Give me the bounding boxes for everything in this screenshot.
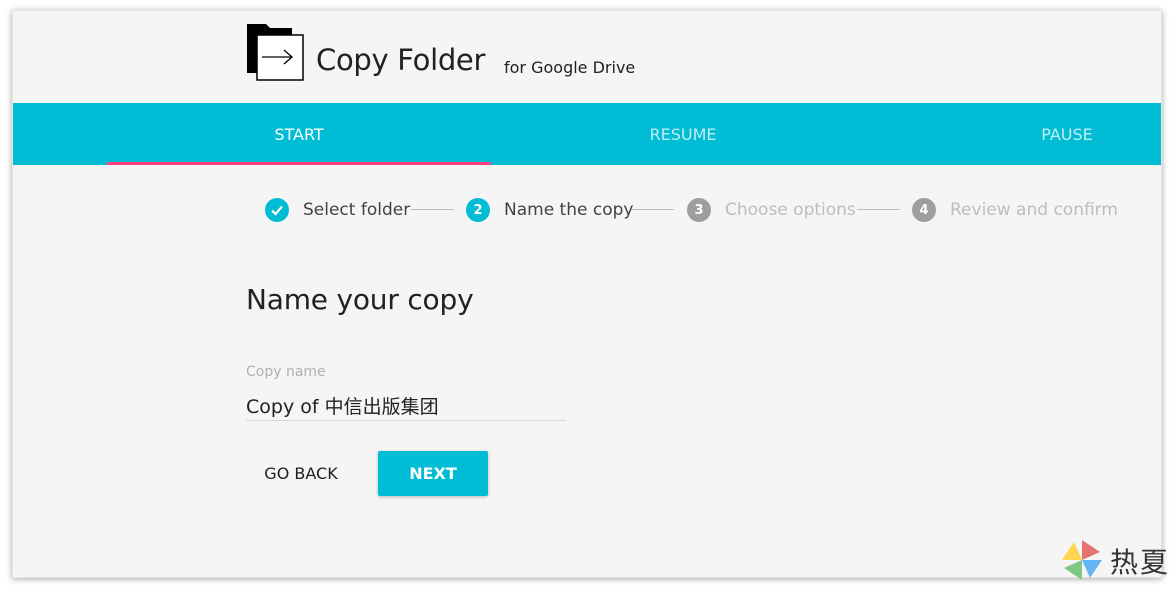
app-window: Copy Folder for Google Drive START RESUM… [12,10,1162,578]
step-connector [631,209,674,210]
step-number: 4 [912,198,936,222]
app-subtitle: for Google Drive [504,58,636,77]
tab-bar: START RESUME PAUSE [13,103,1161,165]
step-select-folder: Select folder [265,197,410,223]
watermark: 热夏 [1060,538,1170,584]
stepper: Select folder 2 Name the copy 3 Choose o… [13,197,1161,223]
copy-name-label: Copy name [246,364,326,380]
step-label: Review and confirm [950,200,1118,220]
step-label: Choose options [725,200,856,220]
step-connector [857,209,900,210]
step-number: 2 [466,198,490,222]
step-connector [411,209,454,210]
tab-start[interactable]: START [107,103,491,165]
watermark-text: 热夏 [1110,546,1171,579]
check-icon [265,198,289,222]
app-title: Copy Folder [316,43,486,77]
step-number: 3 [687,198,711,222]
tab-resume[interactable]: RESUME [491,103,875,165]
page-title: Name your copy [246,283,474,316]
step-name-copy: 2 Name the copy [466,197,633,223]
step-label: Name the copy [504,200,634,220]
active-tab-indicator [107,162,491,165]
folder-copy-icon [247,24,304,81]
pinwheel-icon [1062,540,1102,580]
step-label: Select folder [303,200,411,220]
tab-pause[interactable]: PAUSE [875,103,1161,165]
next-button[interactable]: NEXT [378,451,488,496]
step-review-confirm: 4 Review and confirm [912,197,1118,223]
go-back-button[interactable]: GO BACK [246,451,356,496]
copy-name-input[interactable] [246,391,566,421]
step-choose-options: 3 Choose options [687,197,856,223]
